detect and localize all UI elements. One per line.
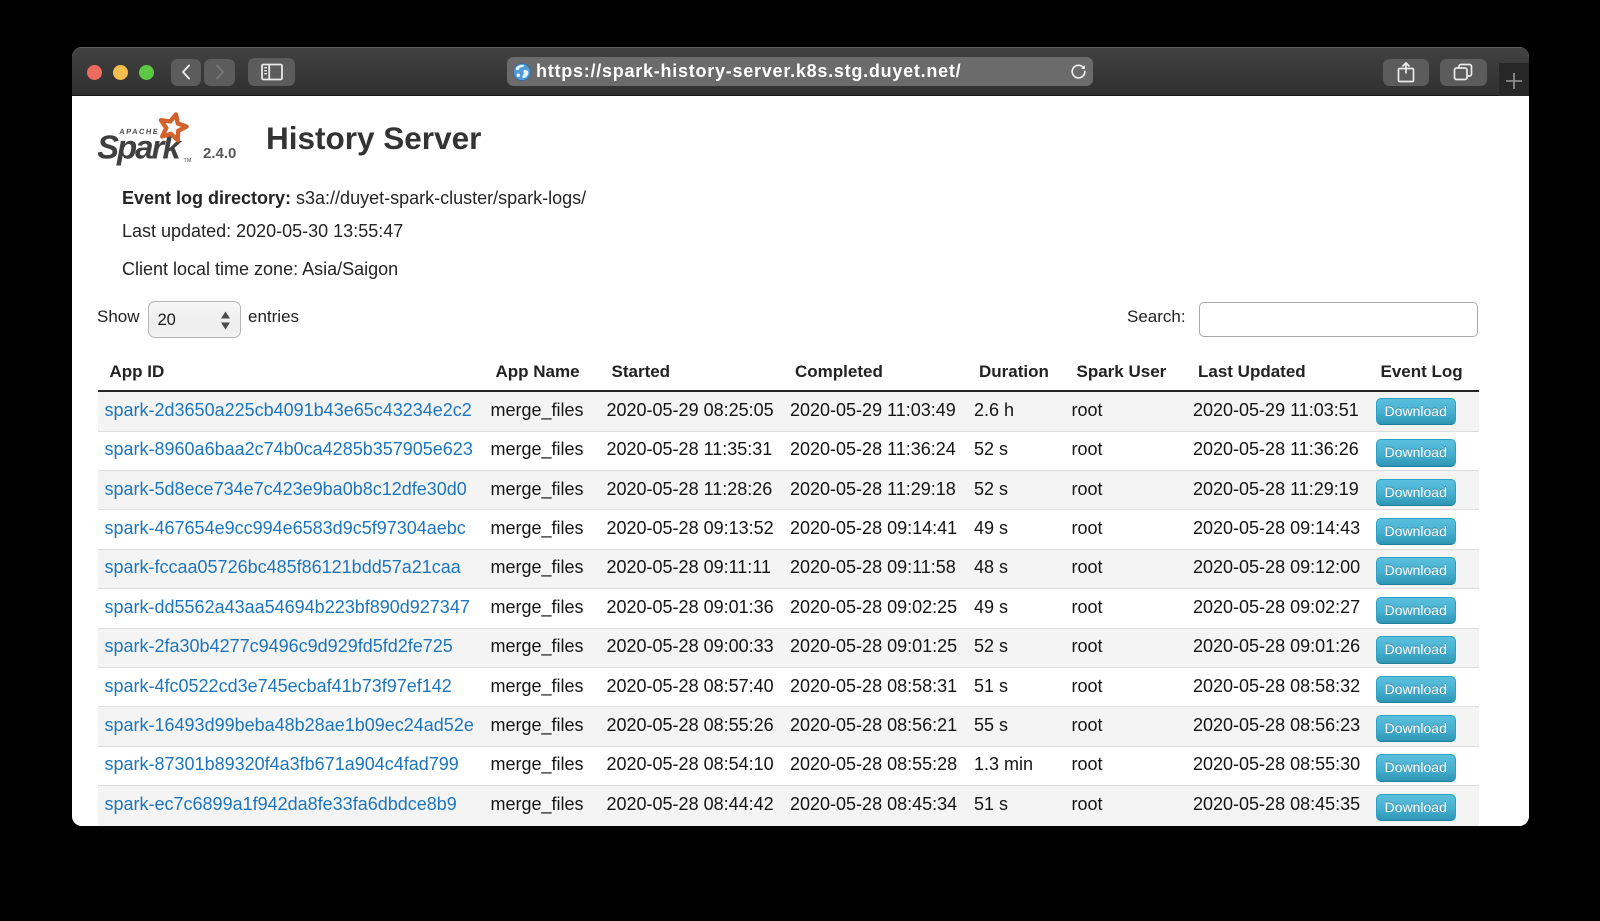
svg-text:TM: TM: [184, 158, 192, 164]
